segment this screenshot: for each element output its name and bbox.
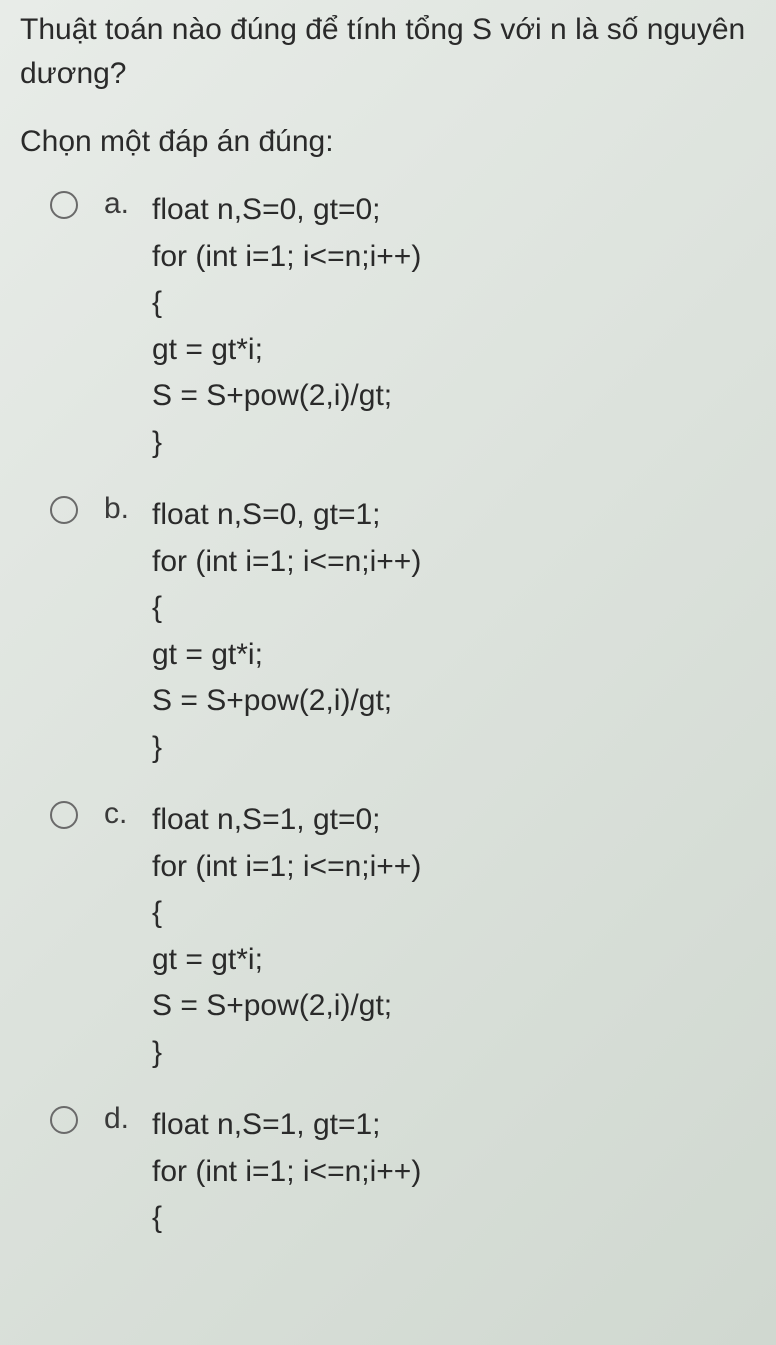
option-d[interactable]: d. float n,S=1, gt=1; for (int i=1; i<=n… bbox=[50, 1102, 756, 1242]
radio-icon[interactable] bbox=[50, 801, 78, 829]
option-letter: c. bbox=[104, 797, 152, 831]
option-letter: b. bbox=[104, 492, 152, 526]
options-list: a. float n,S=0, gt=0; for (int i=1; i<=n… bbox=[20, 187, 756, 1242]
radio-icon[interactable] bbox=[50, 1106, 78, 1134]
option-letter: d. bbox=[104, 1102, 152, 1136]
option-code: float n,S=0, gt=1; for (int i=1; i<=n;i+… bbox=[152, 492, 421, 771]
option-code: float n,S=0, gt=0; for (int i=1; i<=n;i+… bbox=[152, 187, 421, 466]
question-text: Thuật toán nào đúng để tính tổng S với n… bbox=[20, 8, 756, 95]
radio-icon[interactable] bbox=[50, 191, 78, 219]
option-b[interactable]: b. float n,S=0, gt=1; for (int i=1; i<=n… bbox=[50, 492, 756, 771]
option-code: float n,S=1, gt=0; for (int i=1; i<=n;i+… bbox=[152, 797, 421, 1076]
instruction-text: Chọn một đáp án đúng: bbox=[20, 125, 756, 159]
radio-icon[interactable] bbox=[50, 496, 78, 524]
option-code: float n,S=1, gt=1; for (int i=1; i<=n;i+… bbox=[152, 1102, 421, 1242]
option-letter: a. bbox=[104, 187, 152, 221]
option-c[interactable]: c. float n,S=1, gt=0; for (int i=1; i<=n… bbox=[50, 797, 756, 1076]
option-a[interactable]: a. float n,S=0, gt=0; for (int i=1; i<=n… bbox=[50, 187, 756, 466]
